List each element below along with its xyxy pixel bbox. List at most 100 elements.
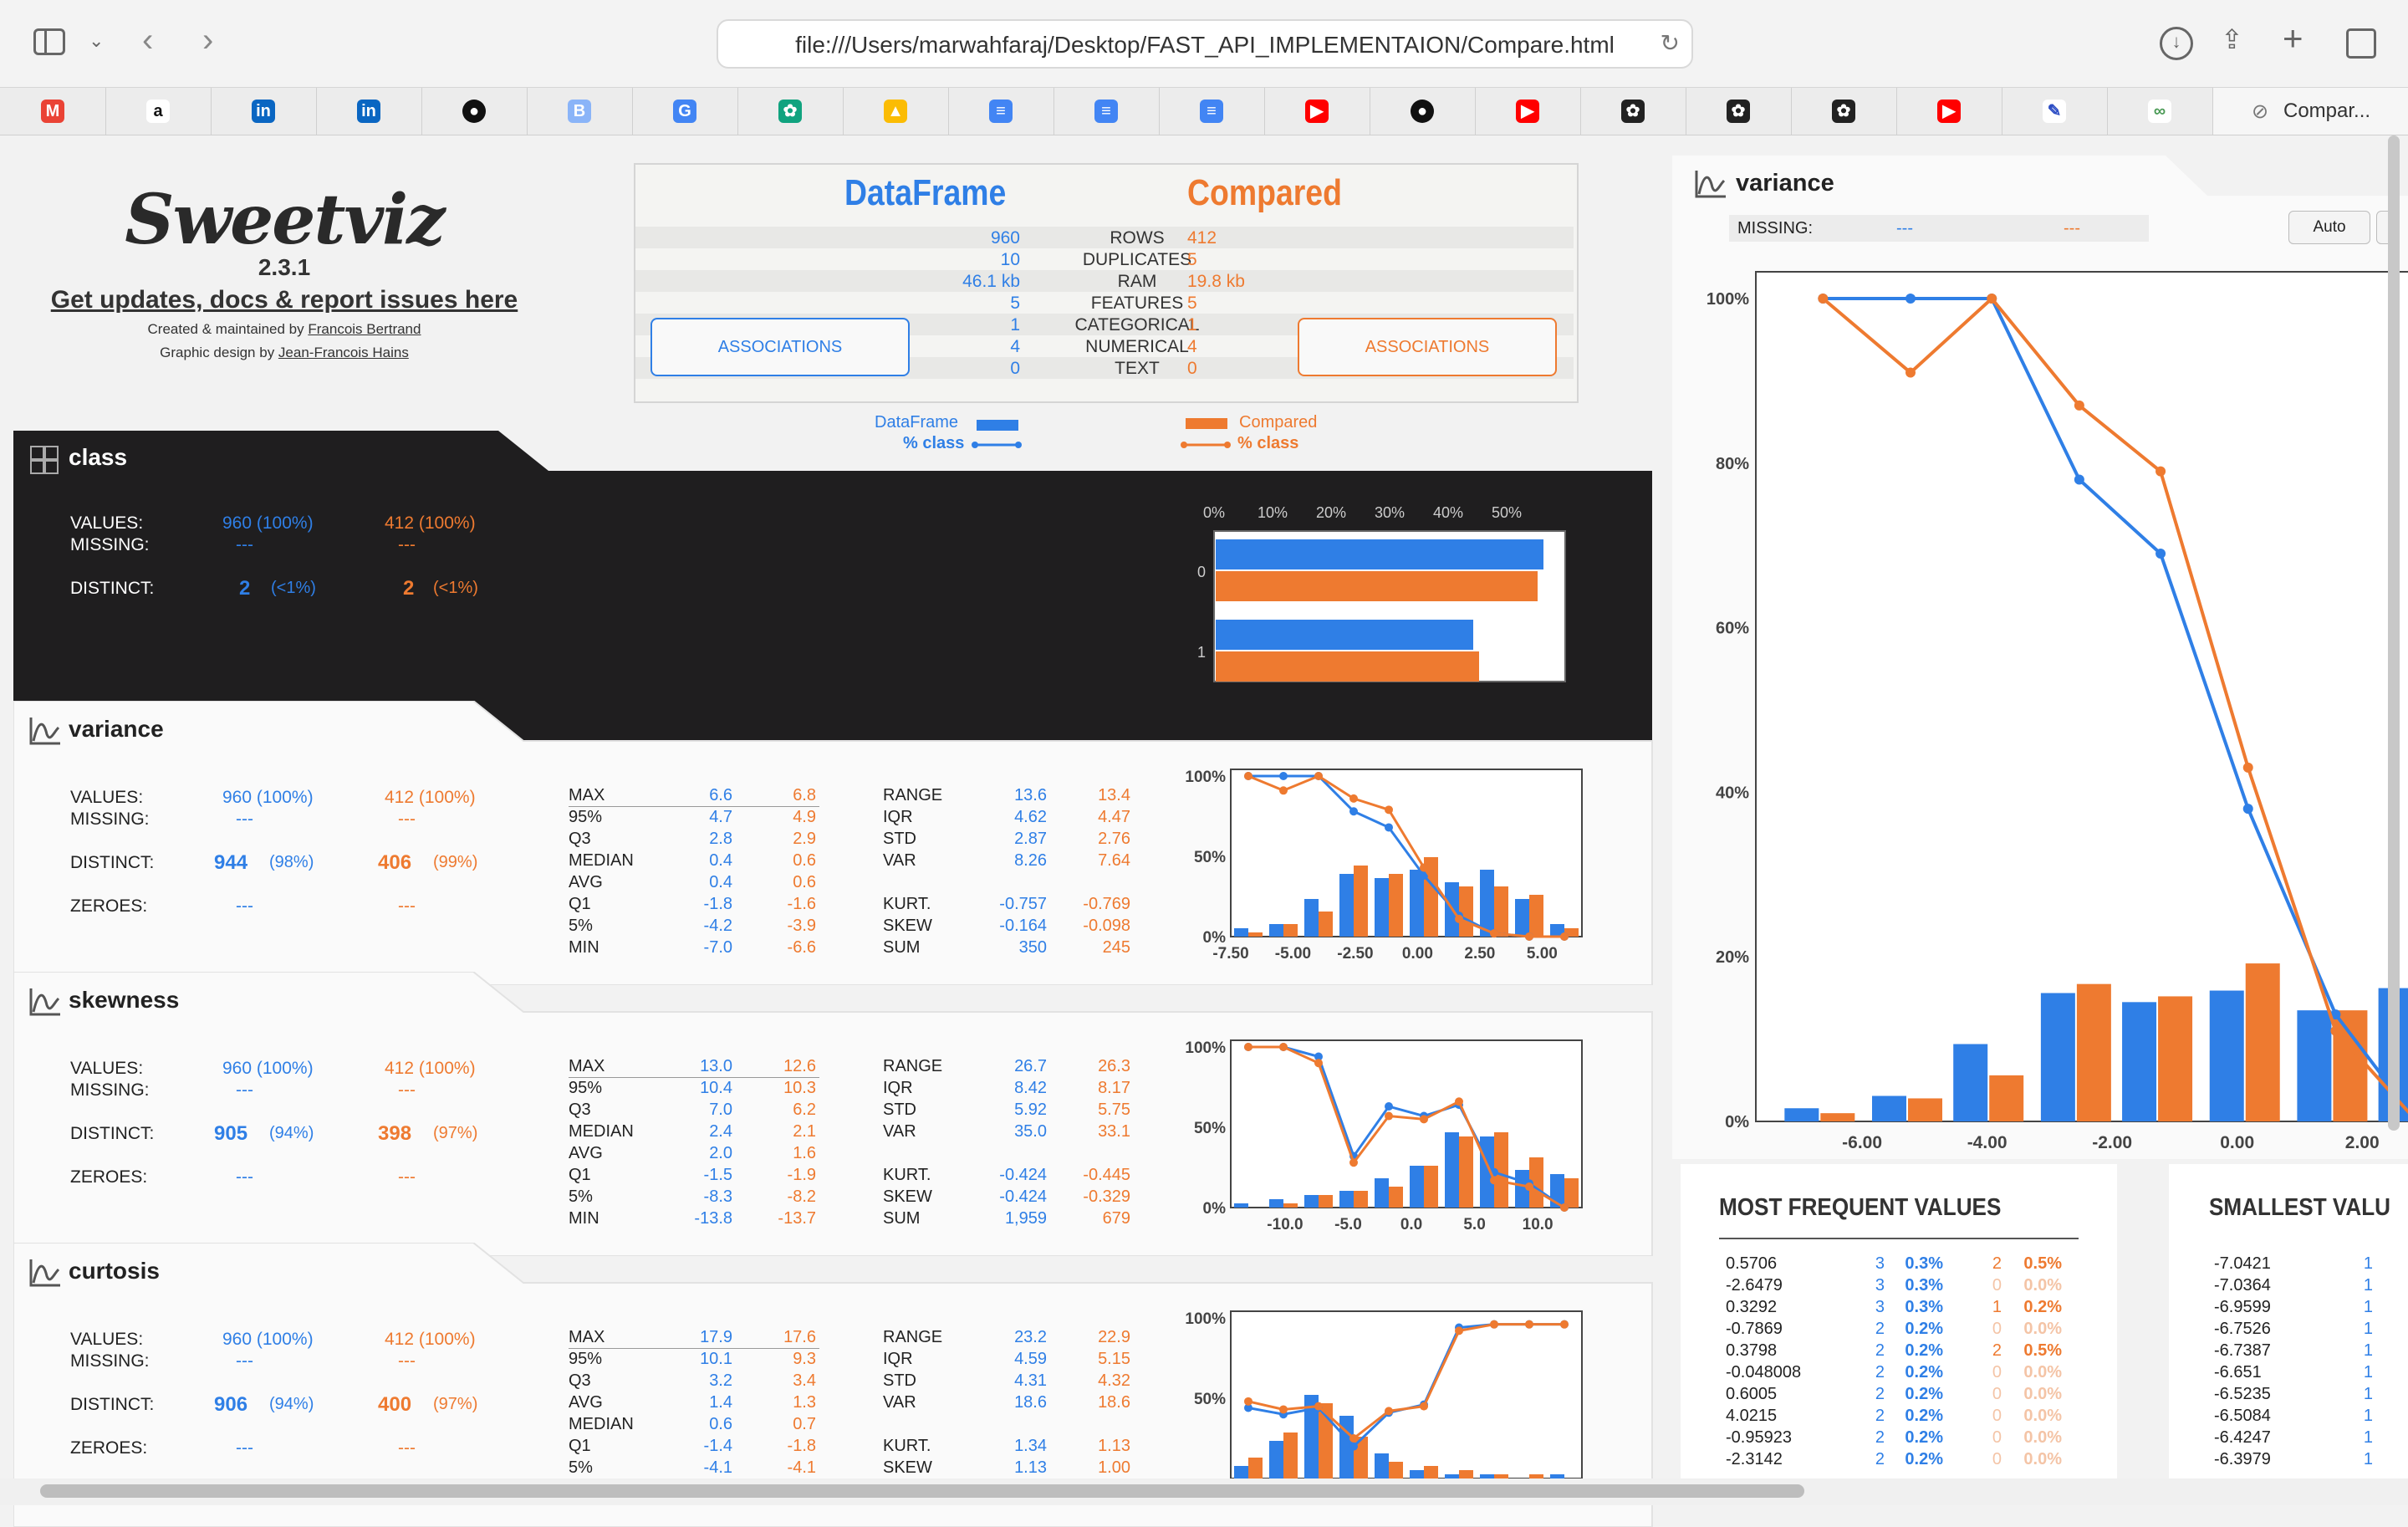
quantile-right: -1.6 [787,895,816,913]
quantile-label: MAX [569,786,605,804]
back-icon[interactable]: ‹ [142,22,153,59]
legend-left-bar [977,420,1018,431]
associations-right-button[interactable]: ASSOCIATIONS [1298,318,1557,376]
pen-icon[interactable]: ✎ [2002,88,2108,135]
gmail-icon[interactable]: M [0,88,106,135]
x-tick-label: 40% [1433,504,1463,521]
smallest-count: 1 [2363,1298,2373,1316]
new-tab-icon[interactable]: + [2283,18,2303,59]
quantile-label: 5% [569,917,593,935]
sidebar-toggle-icon[interactable] [33,28,65,55]
quantile-right: 0.7 [793,1415,816,1433]
docs-icon[interactable]: ≡ [1054,88,1160,135]
quantile-right: -1.9 [787,1166,816,1184]
vertical-scrollbar[interactable] [2388,135,2400,1131]
smallest-count: 1 [2363,1450,2373,1468]
y-tick-label: 60% [1716,620,1749,638]
quantile-right: -13.7 [778,1209,816,1228]
feature-title[interactable]: variance [69,716,164,743]
category-label: 1 [1197,644,1206,661]
histogram-bar [1445,1132,1459,1208]
histogram-bar [1389,1187,1403,1208]
youtube-icon[interactable]: ▶ [1896,88,2002,135]
quantile-label: 95% [569,808,603,826]
summary-row: 10 DUPLICATES 5 [635,248,1574,270]
quantile-left: 2.4 [709,1122,732,1141]
associations-left-button[interactable]: ASSOCIATIONS [650,318,910,376]
address-bar[interactable]: file:///Users/marwahfaraj/Desktop/FAST_A… [717,19,1693,69]
quantile-label: 5% [569,1187,593,1206]
link-icon[interactable]: ∞ [2107,88,2212,135]
line-point [1385,1102,1393,1111]
histogram-bar [1283,1203,1298,1208]
summary-right-value: 0 [1187,359,1197,378]
values-right: 412 (100%) [385,1330,476,1349]
youtube-icon[interactable]: ▶ [1264,88,1370,135]
histogram-bar [1339,874,1354,937]
share-icon[interactable]: ⇪ [2221,23,2243,55]
stat-label: KURT. [883,1437,931,1455]
y-tick-label: 50% [1194,849,1226,866]
chatgpt-icon[interactable]: ✿ [1791,88,1897,135]
feature-title[interactable]: curtosis [69,1258,160,1284]
x-tick-label: -5.00 [1275,945,1311,963]
github-icon[interactable]: ● [1370,88,1476,135]
histogram-bar [1375,1178,1389,1208]
stat-label: SUM [883,938,921,957]
distinct-left: 906 [214,1393,248,1416]
updates-link[interactable]: Get updates, docs & report issues here [50,286,518,314]
chatgpt-icon[interactable]: ✿ [1686,88,1792,135]
tab-compare[interactable]: ⊘ Compar... [2212,88,2408,135]
stat-left: -0.424 [999,1166,1047,1184]
bookmarks-bar: M a in in ● B G ✿ ▲ ≡ ≡ ≡ ▶ ● ▶ ✿ ✿ ✿ ▶ … [0,88,2408,135]
quantile-right: 9.3 [793,1350,816,1368]
designer-link[interactable]: Jean-Francois Hains [278,345,409,360]
drive-icon[interactable]: ▲ [843,88,949,135]
docs-icon[interactable]: ≡ [948,88,1054,135]
stat-left: 5.92 [1014,1101,1047,1119]
horizontal-scrollbar[interactable] [40,1484,1804,1498]
stat-left: 4.62 [1014,808,1047,826]
quantile-label: AVG [569,1144,603,1162]
reload-icon[interactable]: ↻ [1661,29,1680,57]
smallest-value: -6.3979 [2214,1450,2271,1468]
tab-overview-icon[interactable] [2346,28,2376,59]
github-icon[interactable]: ● [421,88,528,135]
histogram-bar [1283,1433,1298,1478]
class-feature-title[interactable]: class [69,444,127,471]
mfv-pct-right: 0.0% [2023,1407,2062,1425]
x-tick-label: -2.00 [2092,1133,2132,1152]
line-point [1490,1176,1498,1185]
stat-right: 5.15 [1098,1350,1130,1368]
linkedin-icon[interactable]: in [211,88,317,135]
amazon-icon[interactable]: a [105,88,212,135]
stat-right: 4.47 [1098,808,1130,826]
docs-icon[interactable]: ≡ [1159,88,1265,135]
missing-right: --- [398,1080,416,1100]
mfv-count-left: 2 [1875,1341,1885,1360]
mfv-count-left: 2 [1875,1428,1885,1447]
url-text[interactable]: file:///Users/marwahfaraj/Desktop/FAST_A… [718,32,1691,59]
most-frequent-title: MOST FREQUENT VALUES [1719,1194,2002,1221]
forward-icon[interactable]: › [202,22,213,59]
stat-left: -0.424 [999,1187,1047,1206]
blogger-icon[interactable]: B [527,88,633,135]
histogram-bar [1989,1075,2024,1121]
download-icon[interactable]: ↓ [2160,27,2193,60]
feature-title[interactable]: skewness [69,987,179,1014]
linkedin-icon[interactable]: in [316,88,422,135]
detail-missing-row: MISSING: --- --- [1729,215,2149,242]
chatgpt-icon[interactable]: ✿ [737,88,844,135]
stat-left: 23.2 [1014,1328,1047,1346]
youtube-icon[interactable]: ▶ [1475,88,1581,135]
bar-dataframe [1216,539,1543,569]
mfv-value: 4.0215 [1726,1407,1778,1425]
auto-button[interactable]: Auto [2288,211,2370,244]
chevron-down-icon[interactable]: ⌄ [89,30,104,52]
chatgpt-icon[interactable]: ✿ [1580,88,1686,135]
histogram-bar [1820,1113,1855,1121]
translate-icon[interactable]: G [632,88,738,135]
author-link[interactable]: Francois Bertrand [308,321,421,337]
mfv-pct-left: 0.2% [1905,1320,1943,1338]
stat-left: 1.34 [1014,1437,1047,1455]
